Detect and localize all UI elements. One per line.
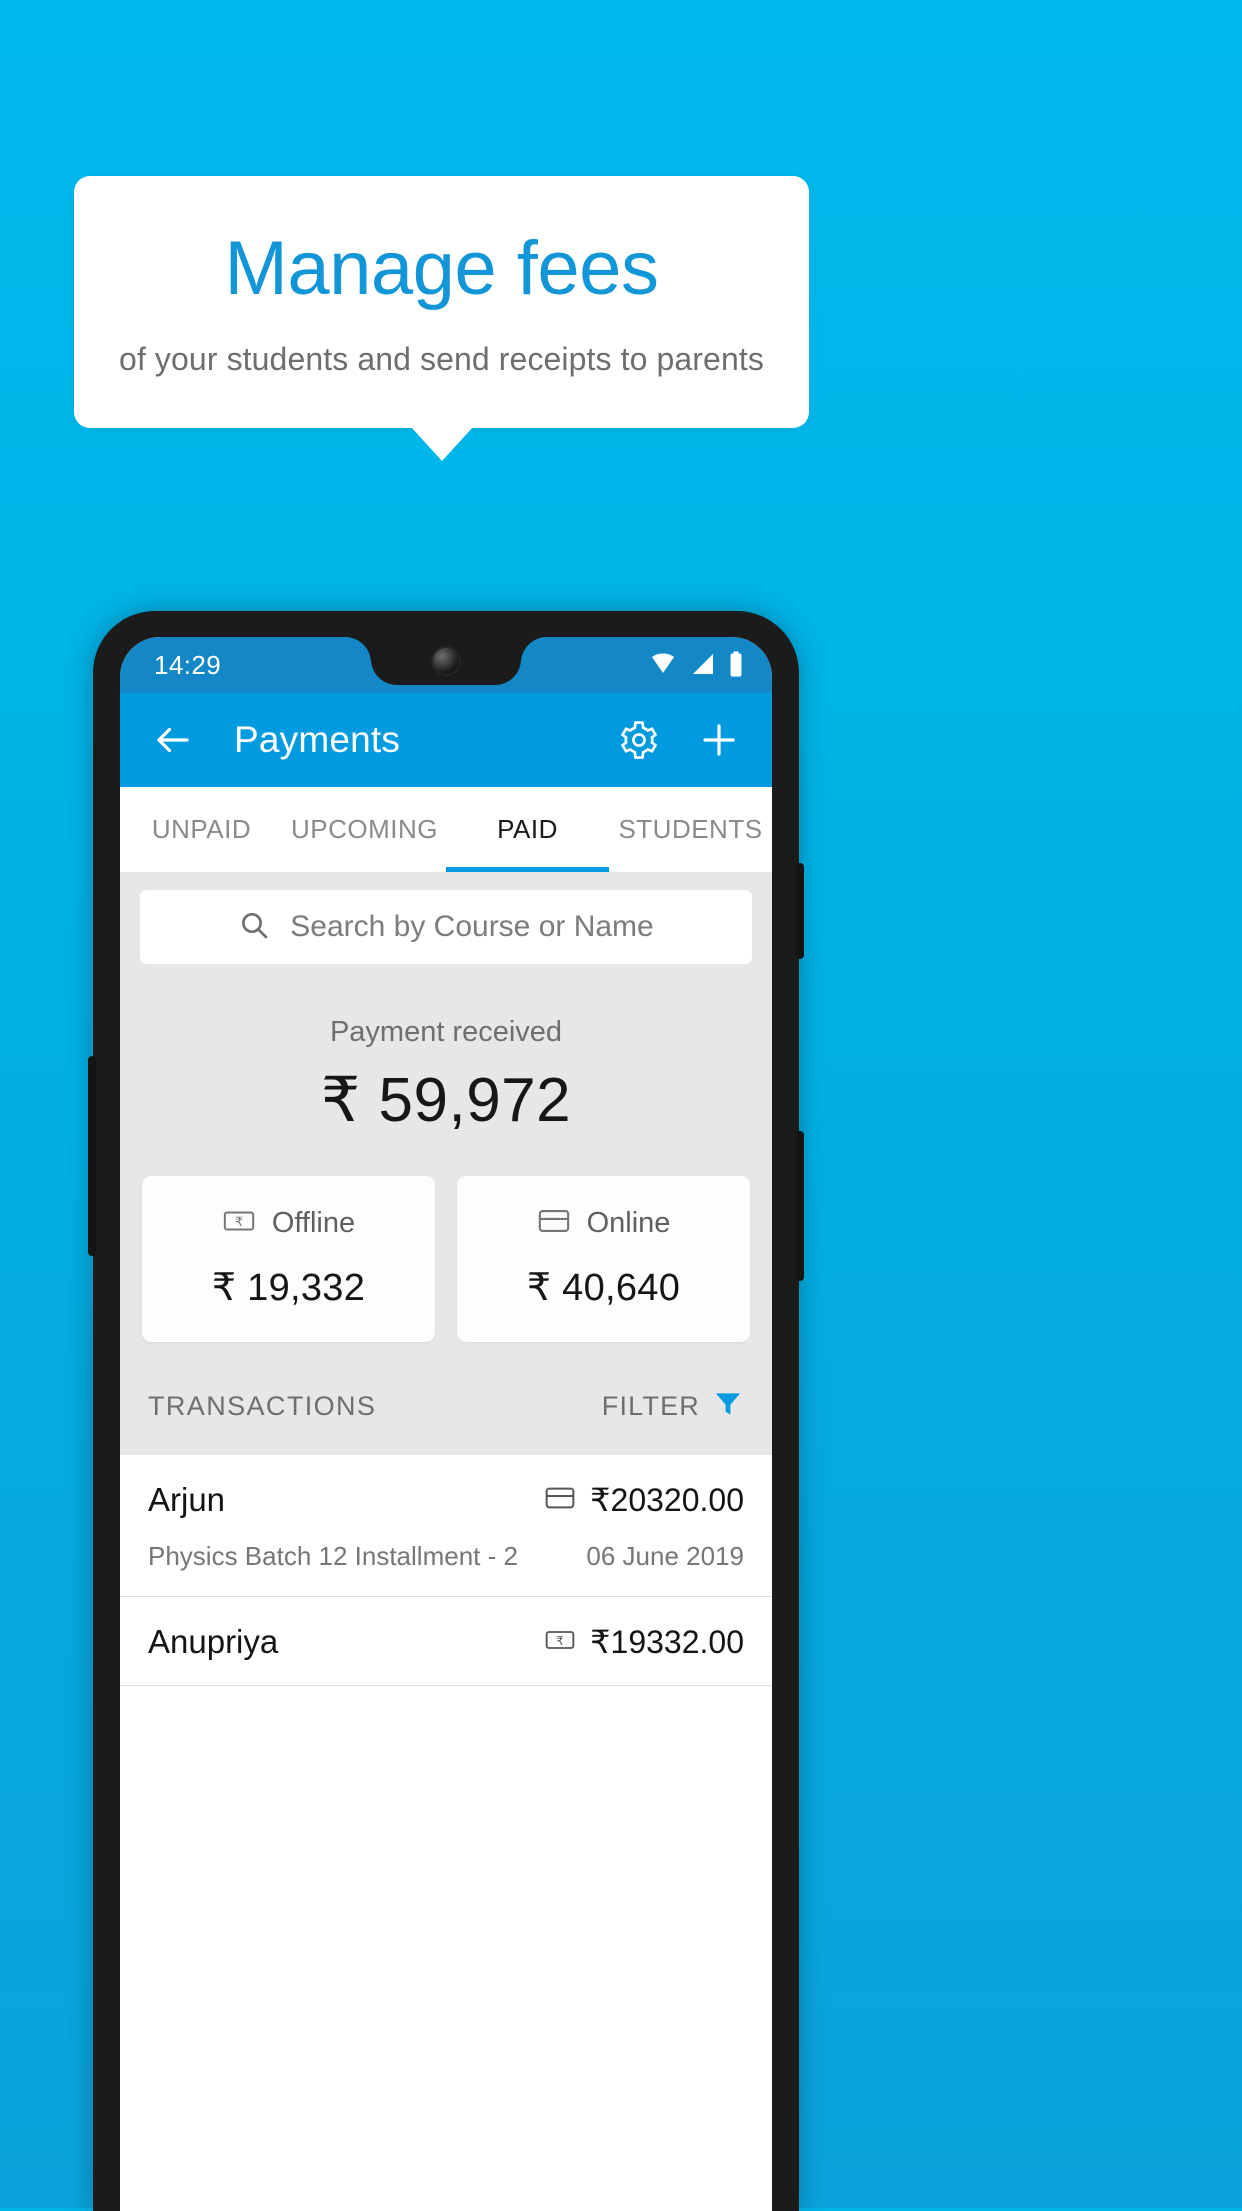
- rupee-note-icon: ₹: [544, 1624, 576, 1661]
- phone-screen: 14:29 Payments UNPAID UPCOMING PAID STUD…: [120, 637, 772, 2211]
- transaction-amount-group: ₹ ₹19332.00: [544, 1623, 744, 1661]
- transactions-title: TRANSACTIONS: [148, 1391, 377, 1421]
- battery-icon: [728, 651, 744, 682]
- filter-label: FILTER: [601, 1391, 700, 1421]
- paid-tab-content: Search by Course or Name Payment receive…: [120, 872, 772, 1686]
- table-row[interactable]: Anupriya ₹ ₹19332.00: [120, 1597, 772, 1686]
- payment-received-label: Payment received: [329, 1016, 563, 1048]
- transaction-amount-group: ₹20320.00: [544, 1481, 744, 1519]
- credit-card-icon: [537, 1204, 571, 1243]
- transactions-header: TRANSACTIONS FILTER: [120, 1342, 772, 1455]
- transaction-name: Anupriya: [148, 1623, 279, 1660]
- offline-card-label: Offline: [271, 1207, 356, 1239]
- online-card-label: Online: [586, 1207, 671, 1239]
- tab-students[interactable]: STUDENTS: [609, 787, 772, 872]
- promo-subheadline: of your students and send receipts to pa…: [119, 340, 764, 377]
- transaction-primary-line: Anupriya ₹ ₹19332.00: [148, 1623, 744, 1661]
- offline-payment-card[interactable]: ₹ Offline ₹ 19,332: [142, 1176, 435, 1342]
- transaction-secondary-line: Physics Batch 12 Installment - 2 06 June…: [148, 1541, 744, 1572]
- online-payment-card[interactable]: Online ₹ 40,640: [457, 1176, 750, 1342]
- funnel-icon: [712, 1388, 744, 1425]
- search-icon: [238, 909, 270, 946]
- payment-summary: Payment received ₹ 59,972: [120, 964, 772, 1136]
- promo-headline: Manage fees: [224, 225, 659, 311]
- signal-icon: [689, 652, 717, 681]
- wifi-icon: [648, 652, 678, 681]
- online-card-amount: ₹ 40,640: [526, 1267, 681, 1309]
- tab-bar: UNPAID UPCOMING PAID STUDENTS: [120, 787, 772, 872]
- rupee-note-icon: ₹: [222, 1204, 256, 1243]
- search-section: Search by Course or Name: [120, 872, 772, 964]
- gear-icon[interactable]: [616, 717, 662, 763]
- tab-upcoming[interactable]: UPCOMING: [283, 787, 446, 872]
- status-clock: 14:29: [154, 650, 222, 680]
- page-title: Payments: [234, 719, 401, 760]
- status-bar: 14:29: [120, 637, 772, 693]
- table-row[interactable]: Arjun ₹20320.00 Physics Batch 12 Install…: [120, 1455, 772, 1597]
- search-placeholder: Search by Course or Name: [290, 910, 654, 943]
- phone-notch: [345, 637, 521, 685]
- arrow-left-icon[interactable]: [150, 717, 196, 763]
- transaction-amount: ₹20320.00: [590, 1482, 744, 1518]
- phone-mockup: 14:29 Payments UNPAID UPCOMING PAID STUD…: [88, 611, 804, 2211]
- transaction-date: 06 June 2019: [586, 1541, 744, 1571]
- svg-text:₹: ₹: [235, 1215, 243, 1230]
- front-camera: [433, 648, 459, 674]
- promo-callout-tail: [411, 427, 473, 461]
- credit-card-icon: [544, 1482, 576, 1519]
- plus-icon[interactable]: [696, 717, 742, 763]
- transaction-primary-line: Arjun ₹20320.00: [148, 1481, 744, 1519]
- phone-volume-button: [796, 1131, 804, 1281]
- payment-method-cards: ₹ Offline ₹ 19,332 Online ₹ 40,640: [120, 1136, 772, 1342]
- status-icons: [648, 651, 744, 682]
- filter-button[interactable]: FILTER: [602, 1388, 744, 1425]
- tab-paid[interactable]: PAID: [446, 787, 609, 872]
- svg-text:₹: ₹: [556, 1633, 564, 1647]
- app-bar: Payments: [120, 693, 772, 787]
- offline-card-head: ₹ Offline: [142, 1204, 435, 1243]
- promo-callout-card: Manage fees of your students and send re…: [74, 176, 809, 428]
- phone-power-button: [796, 863, 804, 959]
- online-card-head: Online: [457, 1204, 750, 1243]
- search-input[interactable]: Search by Course or Name: [140, 890, 752, 964]
- phone-side-button: [88, 1056, 96, 1256]
- transaction-amount: ₹19332.00: [590, 1624, 744, 1660]
- transactions-list: Arjun ₹20320.00 Physics Batch 12 Install…: [120, 1455, 772, 1686]
- tab-unpaid[interactable]: UNPAID: [120, 787, 283, 872]
- payment-received-amount: ₹ 59,972: [320, 1066, 572, 1135]
- offline-card-amount: ₹ 19,332: [211, 1267, 366, 1309]
- transaction-name: Arjun: [148, 1481, 226, 1518]
- transaction-description: Physics Batch 12 Installment - 2: [148, 1541, 518, 1571]
